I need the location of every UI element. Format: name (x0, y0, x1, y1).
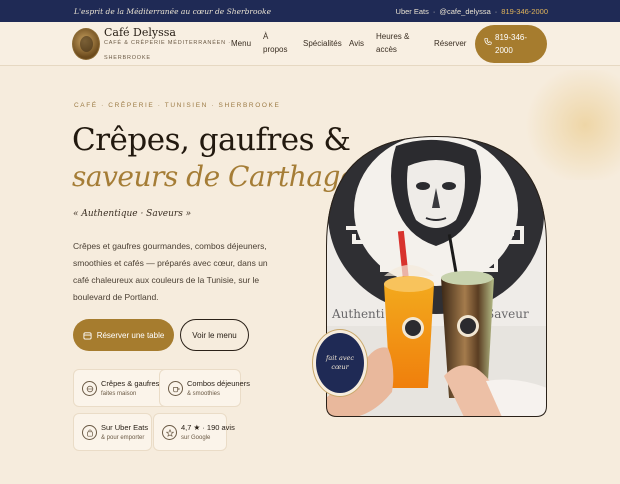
nav-apropos-line1: À (263, 32, 269, 41)
feature-sub: sur Google (181, 435, 211, 441)
svg-text:Saveur: Saveur (486, 307, 529, 321)
feature-title: Sur Uber Eats (101, 423, 149, 432)
nav-avis[interactable]: Avis (349, 37, 364, 50)
separator: · (494, 6, 498, 16)
feature-title: Combos déjeuners (187, 379, 250, 388)
ubereats-link[interactable]: Uber Eats (396, 7, 429, 16)
brand-name[interactable]: Café Delyssa (104, 26, 176, 39)
topbar-links: Uber Eats · @cafe_delyssa · 819-346-2000 (396, 7, 548, 16)
feature-sub: & smoothies (187, 391, 221, 397)
hero-description: Crêpes et gaufres gourmandes, combos déj… (73, 241, 268, 302)
bag-icon (82, 425, 97, 440)
hero-title-line2: saveurs de Carthage. (72, 160, 365, 193)
feature-title: 4,7 ★ · 190 avis (181, 423, 235, 432)
fait-avec-coeur-badge: fait avec cœur (313, 330, 367, 396)
brand-subtitle-city: SHERBROOKE (104, 55, 151, 61)
badge-label: fait avec cœur (325, 354, 355, 371)
call-number-line1: 819-346- (495, 33, 528, 42)
hero-title-accent: saveurs de Carthage (72, 160, 357, 193)
top-announcement-bar: L'esprit de la Méditerranée au cœur de S… (0, 0, 620, 22)
hero-eyebrow: CAFÉ · CRÊPERIE · TUNISIEN · SHERBROOKE (74, 102, 281, 109)
call-button-label: 819-346- 2000 (495, 31, 535, 57)
logo-medallion-icon[interactable] (72, 28, 100, 60)
nav-reserver[interactable]: Réserver (434, 37, 466, 50)
phone-link[interactable]: 819-346-2000 (501, 7, 548, 16)
nav-specialites[interactable]: Spécialités (303, 37, 342, 50)
tagline: L'esprit de la Méditerranée au cœur de S… (74, 6, 272, 16)
view-menu-button[interactable]: Voir le menu (180, 319, 249, 351)
view-menu-label: Voir le menu (192, 330, 237, 340)
phone-icon (484, 37, 492, 46)
hero-quote: « Authentique · Saveurs » (73, 209, 192, 219)
feature-card-reviews: 4,7 ★ · 190 avis sur Google (153, 413, 235, 451)
calendar-icon (83, 331, 92, 340)
reserve-table-label: Réserver une table (96, 330, 165, 340)
nav-apropos[interactable]: À propos (263, 30, 287, 56)
hero-title-line1: Crêpes, gaufres & (72, 122, 351, 158)
nav-heures-line2: accès (376, 45, 397, 54)
feature-sub: faites maison (101, 391, 137, 397)
nav-apropos-line2: propos (263, 45, 288, 54)
feature-title: Crêpes & gaufres (101, 379, 160, 388)
reserve-table-button[interactable]: Réserver une table (73, 319, 174, 351)
coffee-icon (168, 381, 183, 396)
separator: · (432, 6, 436, 16)
feature-card-combos: Combos déjeuners & smoothies (159, 369, 250, 407)
crepe-icon (82, 381, 97, 396)
nav-heures[interactable]: Heures & accès (376, 30, 409, 56)
brand-subtitle: CAFÉ & CRÊPERIE MÉDITERRANÉEN · (104, 40, 231, 46)
nav-heures-line1: Heures & (376, 32, 410, 41)
feature-card-ubereats: Sur Uber Eats & pour emporter (73, 413, 152, 451)
feature-sub: & pour emporter (101, 435, 145, 441)
nav-menu[interactable]: Menu (231, 37, 251, 50)
star-icon (162, 425, 177, 440)
instagram-link[interactable]: @cafe_delyssa (439, 7, 490, 16)
call-number-line2: 2000 (495, 46, 513, 55)
svg-text:Authenti: Authenti (331, 307, 385, 321)
call-button[interactable]: 819-346- 2000 (475, 25, 547, 63)
